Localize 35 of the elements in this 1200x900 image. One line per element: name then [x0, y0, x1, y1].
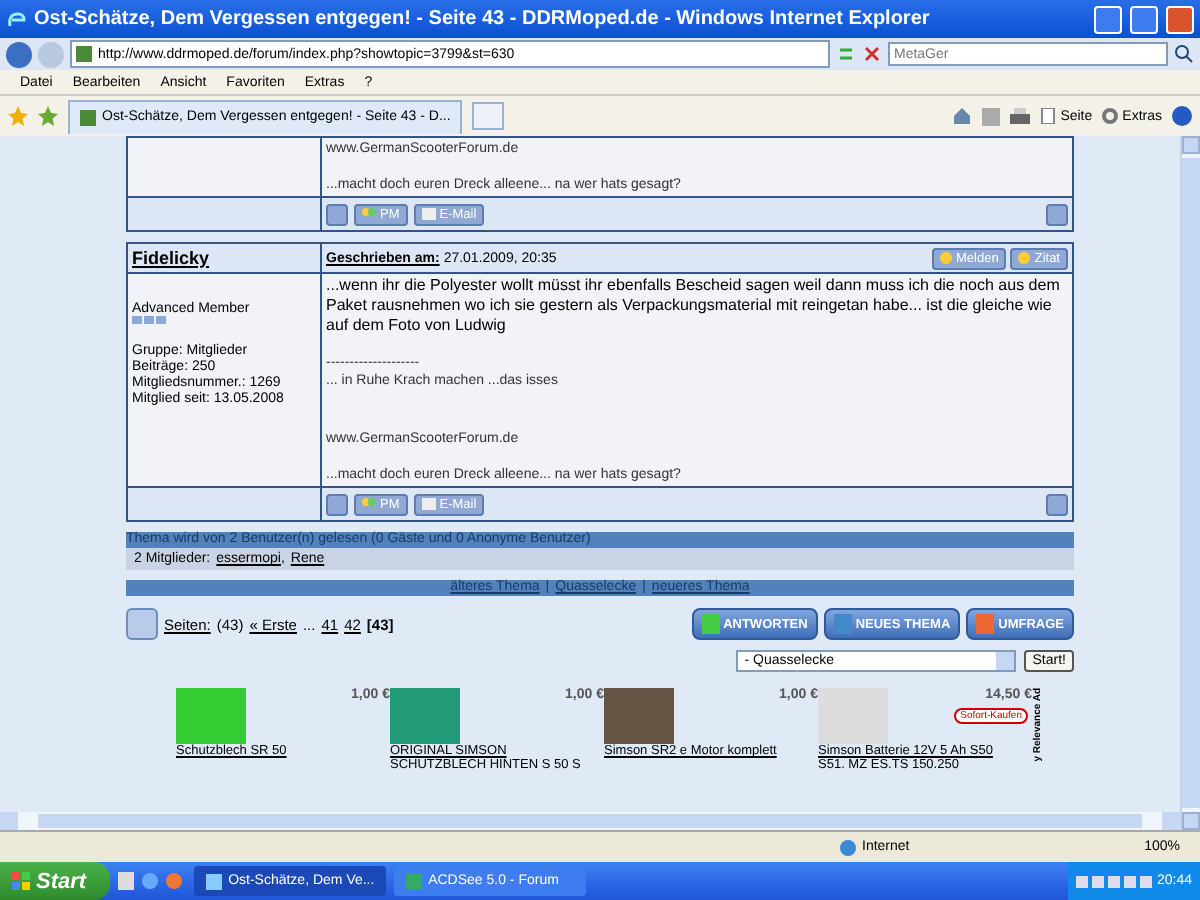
search-icon[interactable] — [1174, 44, 1194, 64]
profile-button[interactable] — [326, 493, 348, 515]
window-title: Ost-Schätze, Dem Vergessen entgegen! - Seite 43 - DDRMoped.de - Windows Internet Explorer — [34, 8, 932, 30]
windows-logo-icon — [12, 872, 30, 890]
minimize-button[interactable] — [1094, 5, 1122, 33]
people-icon — [362, 498, 376, 510]
close-button[interactable] — [1166, 5, 1194, 33]
favicon-icon — [80, 109, 96, 125]
post-text: ...wenn ihr die Polyester wollt müsst ihr ebenfalls Bescheid sagen weil dann muss ich die noch aus dem Paket rausnehmen wo ich sie gestern als Verpackungsmaterial mit reingetan habe... ist die gleiche wie auf dem Foto von Ludwig — [326, 276, 1062, 336]
profile-button[interactable] — [326, 203, 348, 225]
horizontal-scrollbar[interactable] — [0, 812, 1180, 830]
scroll-top-button[interactable] — [1046, 493, 1068, 515]
quick-launch-icons[interactable] — [118, 872, 187, 890]
maximize-button[interactable] — [1130, 5, 1158, 33]
page-icon — [1040, 108, 1057, 124]
vertical-scrollbar[interactable] — [1180, 136, 1200, 830]
app-icon — [406, 873, 423, 889]
help-icon[interactable] — [1172, 106, 1192, 126]
close-icon[interactable] — [862, 44, 882, 64]
people-icon — [362, 208, 376, 220]
gear-icon — [1102, 108, 1119, 124]
browser-logo-icon — [206, 873, 223, 889]
home-icon[interactable] — [952, 106, 973, 126]
star-plus-icon[interactable] — [38, 106, 58, 126]
back-button[interactable] — [6, 41, 32, 67]
new-tab-button[interactable] — [472, 102, 505, 130]
author-name[interactable]: Fidelicky — [132, 248, 210, 268]
favicon-icon — [76, 46, 92, 62]
scroll-top-button[interactable] — [1046, 203, 1068, 225]
star-icon[interactable] — [8, 106, 28, 126]
pages-icon[interactable] — [126, 608, 158, 640]
rank-pips-icon — [132, 316, 166, 324]
browser-logo-icon — [6, 9, 26, 29]
globe-icon — [840, 839, 856, 855]
printer-icon[interactable] — [1010, 107, 1031, 125]
